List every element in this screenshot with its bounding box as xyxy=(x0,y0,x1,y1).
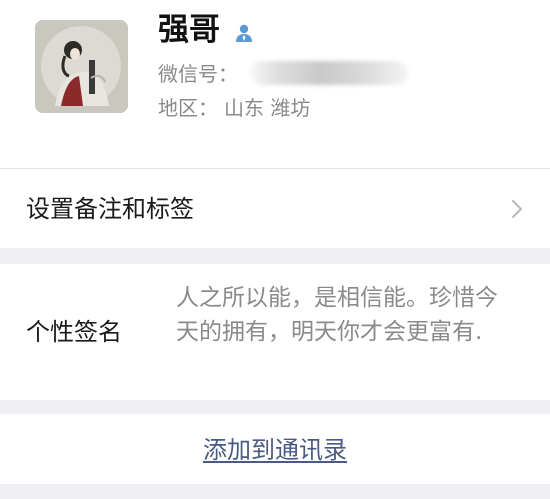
avatar[interactable] xyxy=(35,20,128,113)
section-separator xyxy=(0,400,550,414)
chevron-right-icon xyxy=(510,197,524,221)
region-value: 山东 潍坊 xyxy=(224,96,311,120)
add-contact-row: 添加到通讯录 xyxy=(0,414,550,484)
profile-name: 强哥 xyxy=(158,12,220,48)
wechat-id-label: 微信号： xyxy=(158,62,238,86)
signature-row: 个性签名 人之所以能，是相信能。珍惜今天的拥有，明天你才会更富有. xyxy=(0,264,550,400)
section-separator xyxy=(0,484,550,499)
person-icon xyxy=(233,22,255,44)
section-separator xyxy=(0,248,550,264)
set-remark-row[interactable]: 设置备注和标签 xyxy=(0,169,550,248)
region-label: 地区： xyxy=(158,96,218,120)
add-to-contacts-button[interactable]: 添加到通讯录 xyxy=(0,434,550,466)
profile-header: 强哥 微信号： 地区： 山东 潍坊 xyxy=(0,0,550,168)
set-remark-label: 设置备注和标签 xyxy=(26,195,194,223)
region-info: 地区： 山东 潍坊 xyxy=(158,94,310,122)
signature-text: 人之所以能，是相信能。珍惜今天的拥有，明天你才会更富有. xyxy=(176,285,498,345)
wechat-id-redacted xyxy=(250,61,408,85)
signature-label: 个性签名 xyxy=(26,318,122,346)
